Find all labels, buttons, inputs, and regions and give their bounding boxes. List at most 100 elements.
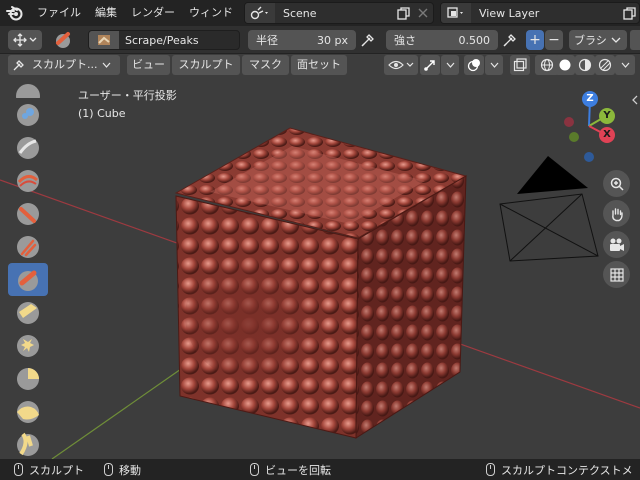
scrape-icon [18,270,38,291]
grab-icon [17,400,39,423]
xray-toggle-icon[interactable] [510,55,530,75]
sidebar-toggle-icon[interactable] [630,92,640,108]
mode-selector[interactable]: スカルプト... [8,55,120,75]
view-layer-selector[interactable]: View Layer [440,2,640,24]
inflate-icon [17,235,39,258]
overlay-dropdown[interactable] [485,55,503,75]
scene-canvas [0,127,640,459]
grid-perspective-icon[interactable] [603,261,630,288]
chevron-down-icon [621,62,629,68]
status-context: スカルプトコンテクストメ [486,459,633,480]
tool-thumb[interactable] [8,428,48,461]
menu-file[interactable]: ファイル [30,0,88,26]
axis-x-label[interactable]: X [599,127,615,143]
tool-shelf [8,80,48,460]
status-left-click: スカルプト [14,459,84,480]
overlay-toggle-icon[interactable] [464,55,484,75]
subtract-direction-button[interactable]: − [545,30,563,50]
tool-grab[interactable] [8,395,48,428]
tool-blob[interactable] [8,98,48,131]
tool-scrape[interactable] [8,263,48,296]
close-scene-icon[interactable] [413,3,433,23]
chevron-down-icon [102,62,110,68]
thumb-icon [17,432,39,456]
pan-hand-icon[interactable] [603,200,630,227]
material-preview-icon[interactable] [575,55,595,75]
left-mouse-icon [14,463,23,476]
status-middle-click: 移動 [104,459,141,480]
3d-viewport[interactable]: ユーザー・平行投影 (1) Cube Z Y X [0,76,640,459]
menu-view[interactable]: ビュー [127,55,170,75]
gizmo-dropdown[interactable] [441,55,459,75]
axis-y-label[interactable]: Y [599,108,615,124]
chevron-down-icon [490,62,498,68]
solid-shading-icon[interactable] [555,55,575,75]
status-middle-label: 移動 [119,463,141,477]
chevron-down-icon [446,62,454,68]
brush-thumbnail-icon [89,31,119,49]
menu-window[interactable]: ウィンド [182,0,240,26]
pinch-icon [17,367,39,390]
menu-sculpt[interactable]: スカルプト [172,55,240,75]
strength-pressure-icon[interactable] [500,31,520,49]
scene-name[interactable]: Scene [275,7,393,20]
strength-label: 強さ [394,34,416,47]
view-layer-name[interactable]: View Layer [471,7,619,20]
tool-flatten[interactable] [8,296,48,329]
tool-select-dropdown[interactable] [8,30,42,50]
camera-view-icon[interactable] [603,231,630,258]
middle-mouse-icon [104,463,113,476]
clay-icon [17,136,39,159]
strength-value[interactable]: 0.500 [459,34,491,47]
radius-label: 半径 [256,34,278,47]
shading-dropdown[interactable] [615,55,635,75]
tool-pinch[interactable] [8,362,48,395]
radius-slider[interactable]: 半径 30 px [248,30,356,50]
scene-selector[interactable]: Scene [244,2,434,24]
status-bar: スカルプト 移動 ビューを回転 スカルプトコンテクストメ [0,459,640,480]
viewport-header: スカルプト... ビュー スカルプト マスク 面セット [0,54,640,76]
right-mouse-icon [250,463,259,476]
strength-slider[interactable]: 強さ 0.500 [386,30,498,50]
rendered-shading-icon[interactable] [595,55,615,75]
copy-view-layer-icon[interactable] [619,3,639,23]
tool-draw-sharp[interactable] [8,80,48,98]
view-layer-icon[interactable] [441,3,471,23]
copy-scene-icon[interactable] [393,3,413,23]
tool-inflate[interactable] [8,230,48,263]
menu-face-sets[interactable]: 面セット [291,55,347,75]
visibility-dropdown[interactable] [384,55,418,75]
brush-selector[interactable]: Scrape/Peaks [88,30,240,50]
eye-icon [388,60,414,70]
status-rotate-label: ビューを回転 [265,463,331,477]
radius-pressure-icon[interactable] [358,31,378,49]
tool-clay[interactable] [8,131,48,164]
tool-layer[interactable] [8,197,48,230]
mode-label: スカルプト... [32,58,98,71]
status-left-label: スカルプト [29,463,84,477]
flatten-icon [17,301,39,324]
gizmo-toggle-icon[interactable] [420,55,440,75]
overflow-tab[interactable] [630,30,640,50]
brush-name[interactable]: Scrape/Peaks [119,34,199,47]
blob-icon [17,103,39,126]
menu-mask[interactable]: マスク [242,55,289,75]
brush-preview-icon[interactable] [52,30,74,50]
scene-icon[interactable] [245,3,275,23]
status-rotate: ビューを回転 [250,459,331,480]
zoom-icon[interactable] [603,170,630,197]
tool-snake-hook[interactable] [8,329,48,362]
add-direction-button[interactable]: + [526,30,544,50]
tool-clay-strips[interactable] [8,164,48,197]
menu-render[interactable]: レンダー [124,0,182,26]
radius-value[interactable]: 30 px [317,34,348,47]
status-context-label: スカルプトコンテクストメ [501,463,633,477]
axis-z-label[interactable]: Z [582,91,598,107]
chevron-down-icon [611,37,621,43]
blender-logo-icon[interactable] [0,0,30,26]
view-name: ユーザー・平行投影 [78,89,177,102]
sculpt-mode-icon [13,60,24,71]
menu-edit[interactable]: 編集 [88,0,124,26]
snake-hook-icon [17,334,39,357]
brush-menu-dropdown[interactable]: ブラシ [569,30,627,50]
